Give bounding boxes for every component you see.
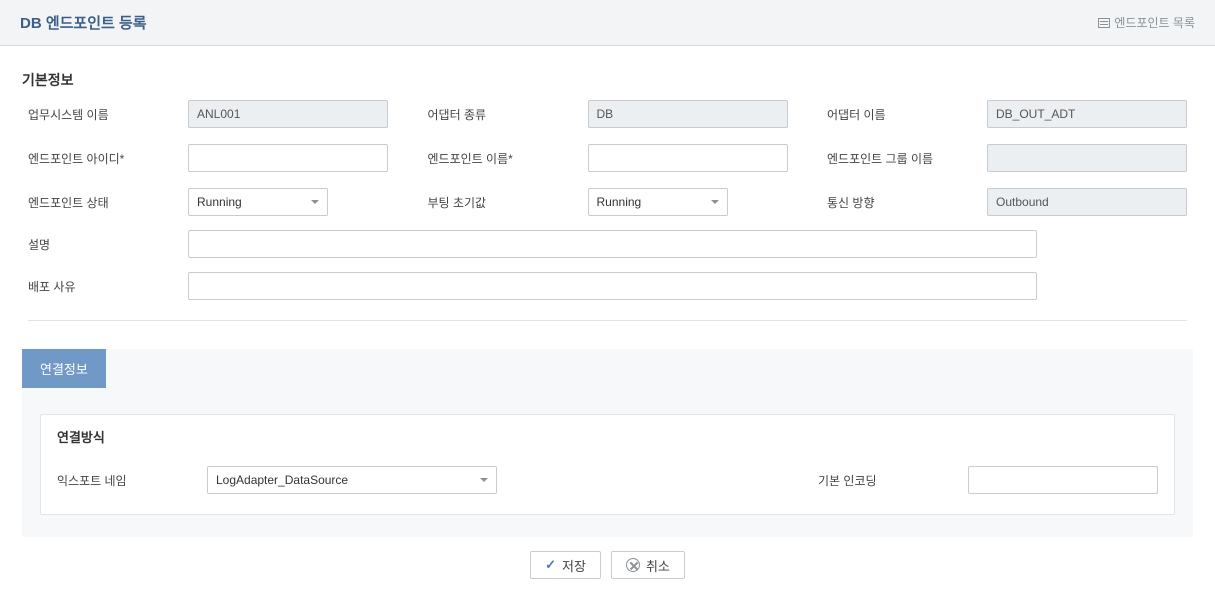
list-icon (1098, 18, 1110, 28)
label-adapter-name: 어댑터 이름 (827, 106, 987, 123)
page-header: DB 엔드포인트 등록 엔드포인트 목록 (0, 0, 1215, 46)
endpoint-list-link[interactable]: 엔드포인트 목록 (1098, 14, 1195, 31)
connection-box: 연결방식 익스포트 네임 LogAdapter_DataSource 기본 인코… (40, 414, 1175, 515)
connection-method-title: 연결방식 (41, 415, 1174, 452)
select-export-name[interactable]: LogAdapter_DataSource (207, 466, 497, 494)
field-comm-dir: Outbound (987, 188, 1187, 216)
input-endpoint-name[interactable] (588, 144, 788, 172)
input-endpoint-id[interactable] (188, 144, 388, 172)
label-endpoint-id: 엔드포인트 아이디* (28, 150, 188, 167)
input-desc[interactable] (188, 230, 1037, 258)
connection-panel: 연결정보 연결방식 익스포트 네임 LogAdapter_DataSource … (22, 349, 1193, 537)
label-endpoint-name: 엔드포인트 이름* (428, 150, 588, 167)
select-endpoint-status[interactable]: Running (188, 188, 328, 216)
label-default-encoding: 기본 인코딩 (818, 472, 968, 489)
label-desc: 설명 (28, 236, 188, 253)
chevron-down-icon (480, 478, 488, 482)
label-boot-init: 부팅 초기값 (428, 194, 588, 211)
chevron-down-icon (711, 200, 719, 204)
chevron-down-icon (311, 200, 319, 204)
save-button-label: 저장 (562, 556, 586, 575)
label-export-name: 익스포트 네임 (57, 472, 207, 489)
label-endpoint-group: 엔드포인트 그룹 이름 (827, 150, 987, 167)
field-system-name: ANL001 (188, 100, 388, 128)
label-system-name: 업무시스템 이름 (28, 106, 188, 123)
endpoint-list-label: 엔드포인트 목록 (1114, 14, 1195, 31)
select-export-name-value: LogAdapter_DataSource (216, 473, 348, 487)
save-button[interactable]: ✓ 저장 (530, 551, 601, 579)
label-adapter-type: 어댑터 종류 (428, 106, 588, 123)
check-icon: ✓ (545, 557, 556, 573)
cancel-button[interactable]: 취소 (611, 551, 685, 579)
basic-info-title: 기본정보 (22, 70, 1193, 90)
select-boot-init[interactable]: Running (588, 188, 728, 216)
input-default-encoding[interactable] (968, 466, 1158, 494)
page-title: DB 엔드포인트 등록 (20, 12, 147, 33)
select-boot-init-value: Running (597, 195, 642, 209)
footer-buttons: ✓ 저장 취소 (22, 537, 1193, 603)
label-deploy-reason: 배포 사유 (28, 278, 188, 295)
field-endpoint-group (987, 144, 1187, 172)
select-endpoint-status-value: Running (197, 195, 242, 209)
field-adapter-name: DB_OUT_ADT (987, 100, 1187, 128)
label-endpoint-status: 엔드포인트 상태 (28, 194, 188, 211)
cancel-icon (626, 558, 640, 572)
content: 기본정보 업무시스템 이름 ANL001 어댑터 종류 DB 어댑터 이름 DB… (0, 46, 1215, 615)
basic-form: 업무시스템 이름 ANL001 어댑터 종류 DB 어댑터 이름 DB_OUT_… (22, 100, 1193, 216)
input-deploy-reason[interactable] (188, 272, 1037, 300)
divider (28, 320, 1187, 321)
cancel-button-label: 취소 (646, 556, 670, 575)
tab-connection-info[interactable]: 연결정보 (22, 349, 106, 388)
label-comm-dir: 통신 방향 (827, 194, 987, 211)
field-adapter-type: DB (588, 100, 788, 128)
